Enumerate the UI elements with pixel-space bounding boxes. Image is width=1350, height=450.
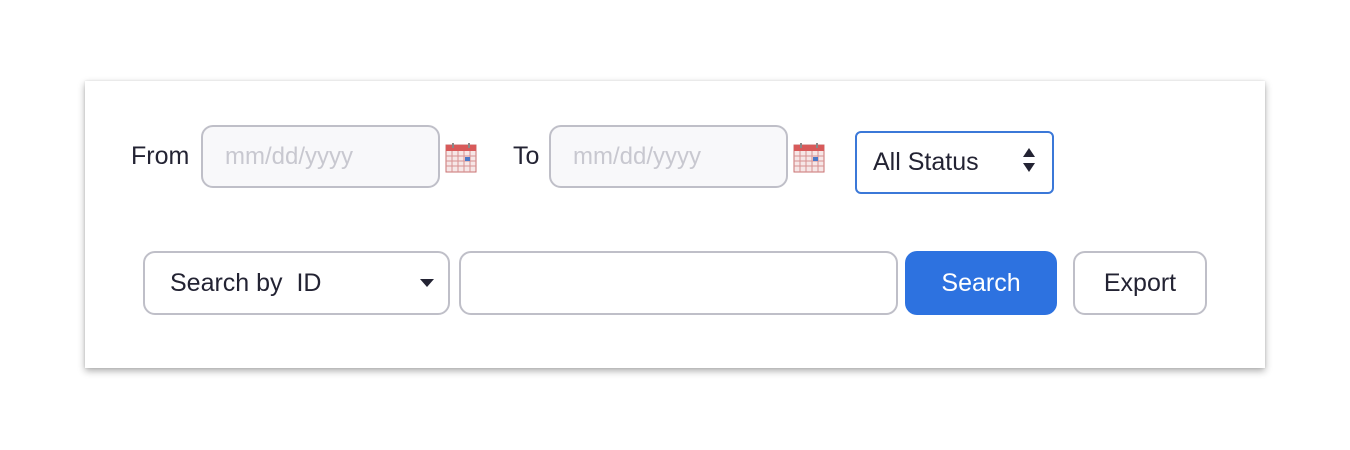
to-calendar-icon[interactable] <box>793 143 825 178</box>
search-by-value: Search by ID <box>170 268 322 297</box>
to-label: To <box>513 142 540 170</box>
from-date-input[interactable] <box>201 125 440 188</box>
search-by-dropdown[interactable]: Search by ID <box>143 251 450 315</box>
status-select-value: All Status <box>873 148 979 176</box>
search-button[interactable]: Search <box>905 251 1057 315</box>
to-date-input[interactable] <box>549 125 788 188</box>
export-button[interactable]: Export <box>1073 251 1207 315</box>
from-calendar-icon[interactable] <box>445 143 477 178</box>
from-label: From <box>131 142 190 170</box>
up-down-arrows-icon <box>1022 147 1036 178</box>
search-input[interactable] <box>459 251 898 315</box>
caret-down-icon <box>420 274 434 292</box>
filter-panel: From To <box>85 81 1265 368</box>
status-select[interactable]: All Status <box>855 131 1054 194</box>
